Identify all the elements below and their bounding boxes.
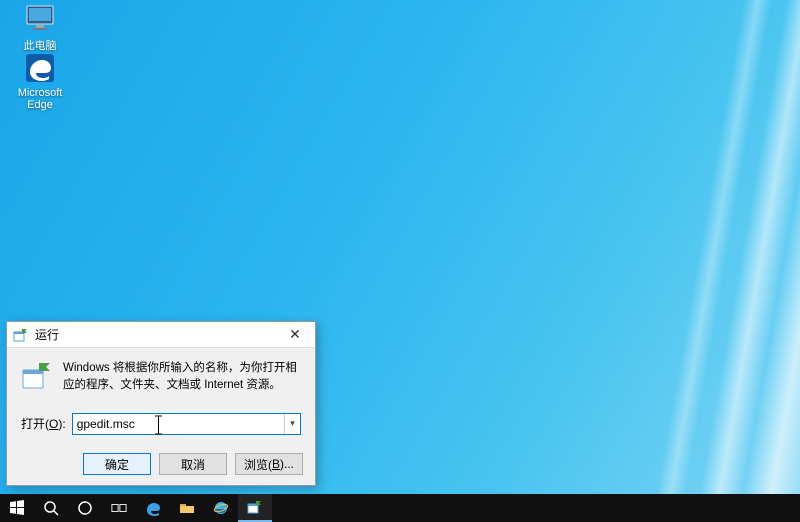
- open-input[interactable]: [73, 414, 282, 434]
- task-view-button[interactable]: [102, 494, 136, 522]
- close-icon: ✕: [289, 326, 301, 343]
- search-icon: [43, 500, 59, 516]
- desktop-icon-this-pc[interactable]: 此电脑: [10, 2, 70, 53]
- windows-icon: [9, 500, 25, 516]
- run-icon: [247, 499, 263, 515]
- desktop-icon-label: Microsoft Edge: [10, 87, 70, 111]
- taskbar-ie[interactable]: [204, 494, 238, 522]
- ie-icon: [213, 500, 229, 516]
- browse-button[interactable]: 浏览(B)...: [235, 453, 303, 475]
- titlebar[interactable]: 运行 ✕: [7, 322, 315, 348]
- wallpaper-light-bands: [600, 0, 800, 494]
- folder-icon: [179, 500, 195, 516]
- cancel-button[interactable]: 取消: [159, 453, 227, 475]
- taskbar-edge[interactable]: [136, 494, 170, 522]
- desktop-icon-label: 此电脑: [10, 37, 70, 53]
- edge-icon: [24, 52, 56, 84]
- cortana-icon: [77, 500, 93, 516]
- description-text: Windows 将根据你所输入的名称，为你打开相应的程序、文件夹、文档或 Int…: [63, 360, 301, 395]
- window-title: 运行: [35, 326, 275, 343]
- task-view-icon: [111, 500, 127, 516]
- edge-icon: [145, 500, 161, 516]
- run-dialog: 运行 ✕ Windows 将根据你所输入的名称，为你打开相应的程序、文件夹、文档…: [6, 321, 316, 486]
- run-icon: [13, 327, 29, 343]
- search-button[interactable]: [34, 494, 68, 522]
- chevron-down-icon[interactable]: ▾: [284, 414, 300, 434]
- start-button[interactable]: [0, 494, 34, 522]
- taskbar-file-explorer[interactable]: [170, 494, 204, 522]
- cortana-button[interactable]: [68, 494, 102, 522]
- open-label: 打开(O):: [21, 415, 66, 432]
- ok-button[interactable]: 确定: [83, 453, 151, 475]
- taskbar: [0, 494, 800, 522]
- close-button[interactable]: ✕: [275, 322, 315, 348]
- monitor-icon: [24, 2, 56, 34]
- open-combobox[interactable]: ▾: [72, 413, 301, 435]
- taskbar-run-active[interactable]: [238, 494, 272, 522]
- run-large-icon: [21, 360, 53, 392]
- desktop-icon-edge[interactable]: Microsoft Edge: [10, 52, 70, 111]
